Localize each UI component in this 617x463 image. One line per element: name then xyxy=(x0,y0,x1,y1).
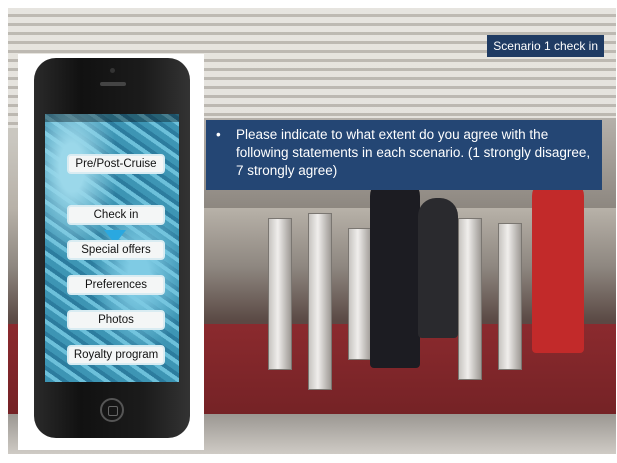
phone-card: Pre/Post-Cruise Check in Special offers … xyxy=(18,54,204,450)
camera-icon xyxy=(110,68,115,73)
traveler xyxy=(370,178,420,368)
bullet-icon: • xyxy=(216,127,221,142)
phone-mockup: Pre/Post-Cruise Check in Special offers … xyxy=(34,58,190,438)
home-button[interactable] xyxy=(100,398,124,422)
traveler xyxy=(532,178,584,353)
gate-post xyxy=(268,218,292,370)
gate-post xyxy=(348,228,372,360)
gate-post xyxy=(308,213,332,390)
speaker-icon xyxy=(100,82,126,86)
instruction-box: • Please indicate to what extent do you … xyxy=(206,120,602,190)
gate-post xyxy=(498,223,522,370)
menu-preferences[interactable]: Preferences xyxy=(67,275,165,295)
menu-check-in[interactable]: Check in xyxy=(67,205,165,225)
menu-special-offers[interactable]: Special offers xyxy=(67,240,165,260)
instruction-text: Please indicate to what extent do you ag… xyxy=(236,127,591,178)
app-screen: Pre/Post-Cruise Check in Special offers … xyxy=(45,114,179,382)
gate-post xyxy=(458,218,482,380)
status-bar xyxy=(45,114,179,122)
slide: Scenario 1 check in • Please indicate to… xyxy=(8,8,616,454)
menu-photos[interactable]: Photos xyxy=(67,310,165,330)
menu-pre-post-cruise[interactable]: Pre/Post-Cruise xyxy=(67,154,165,174)
traveler xyxy=(418,198,458,338)
menu-royalty-program[interactable]: Royalty program xyxy=(67,345,165,365)
scenario-title: Scenario 1 check in xyxy=(487,35,604,57)
